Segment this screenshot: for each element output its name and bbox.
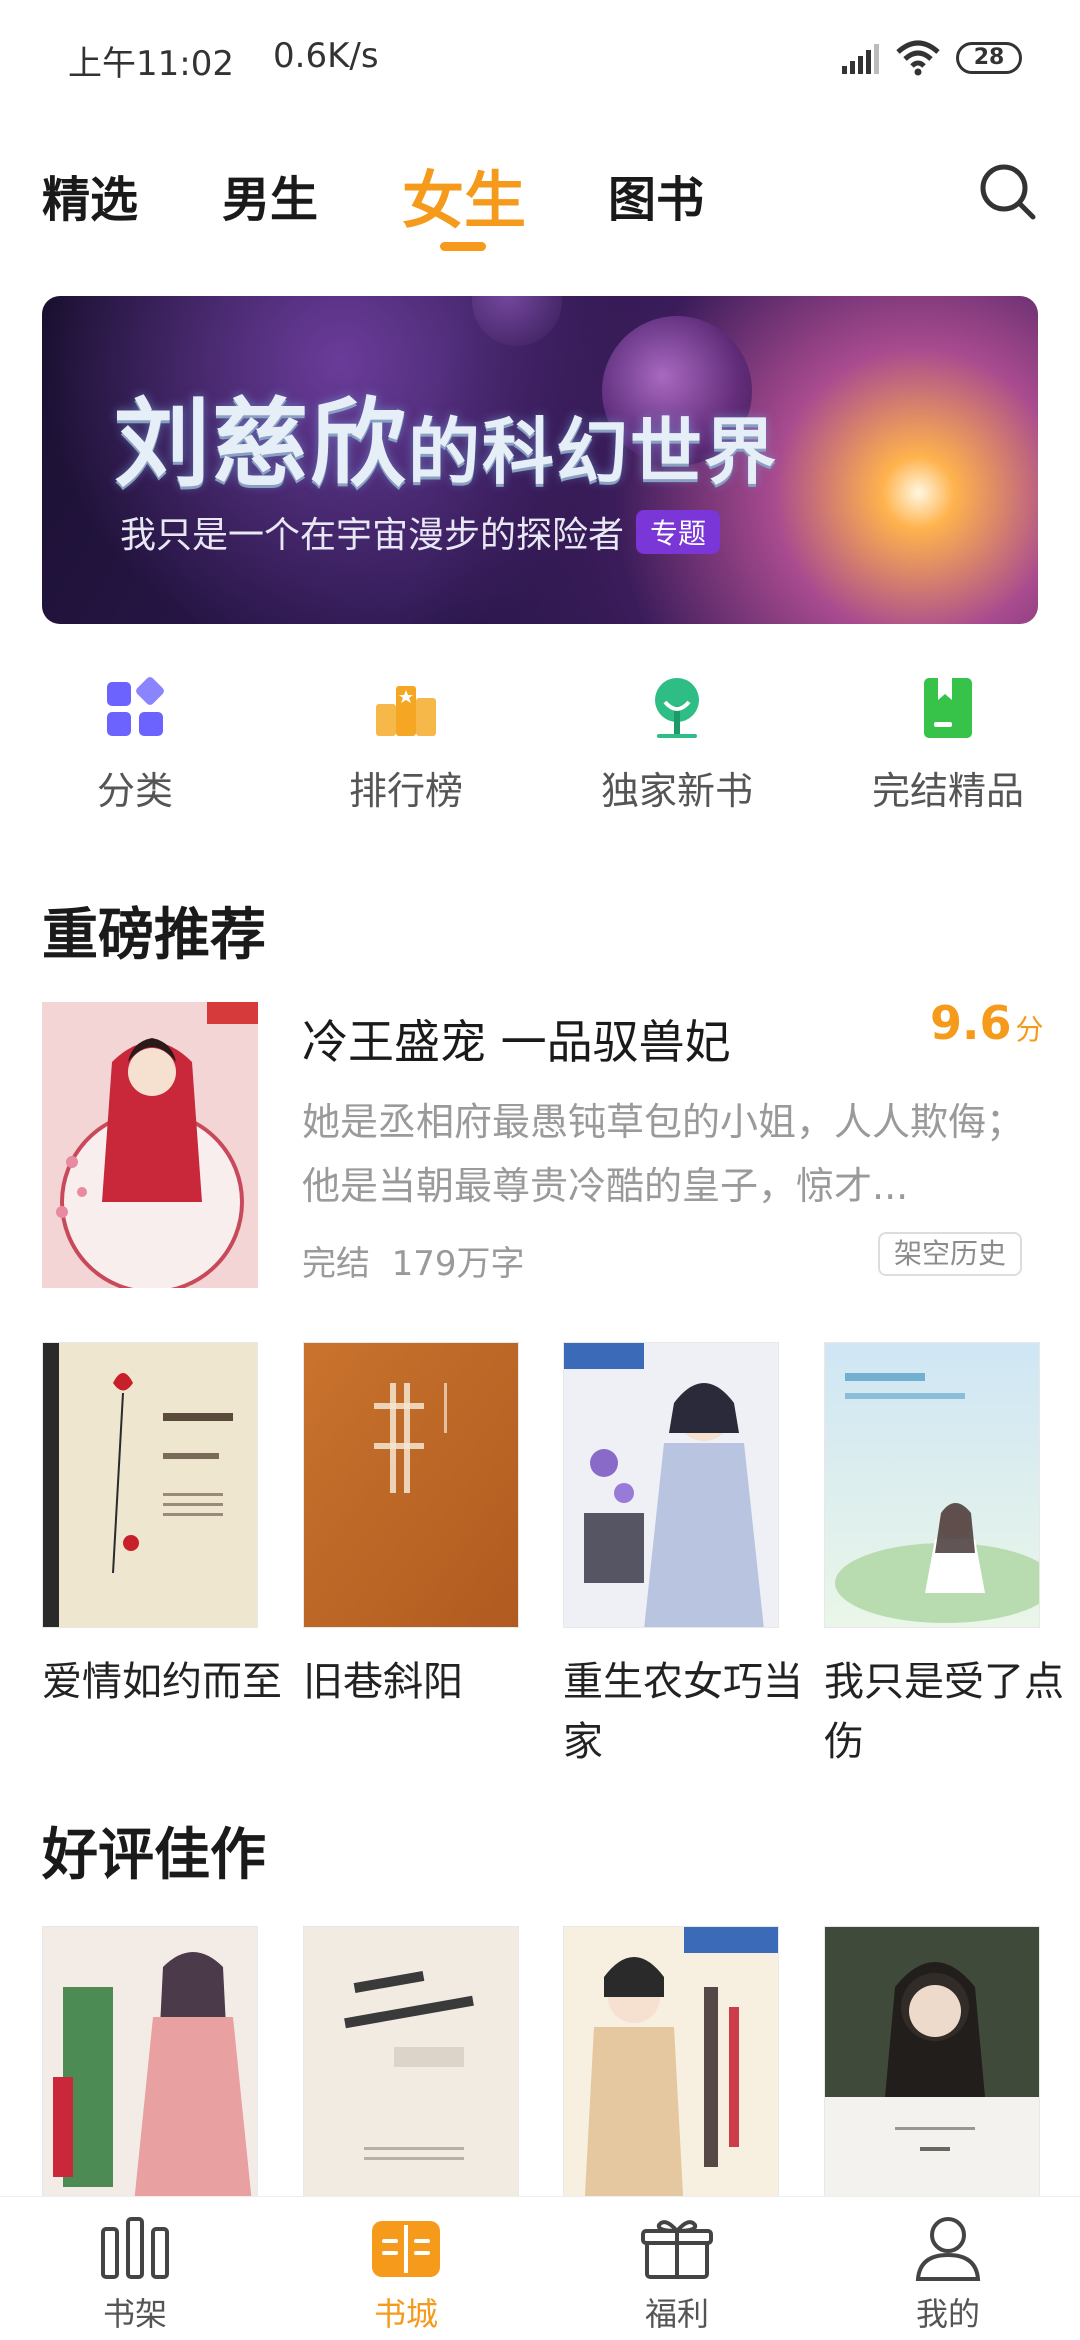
category-label: 排行榜 bbox=[348, 769, 463, 813]
featured-book-cover[interactable] bbox=[42, 1002, 258, 1288]
top-tab-bar: 精选 男生 女生 图书 bbox=[0, 150, 1080, 260]
book-cover bbox=[303, 1342, 519, 1628]
tab-female[interactable]: 女生 bbox=[402, 150, 526, 240]
category-classify[interactable]: 分类 bbox=[35, 676, 235, 816]
tab-featured[interactable]: 精选 bbox=[42, 160, 138, 230]
section-title-featured: 重磅推荐 bbox=[42, 902, 266, 968]
cover-art bbox=[564, 1343, 778, 1627]
book-cover bbox=[563, 1926, 779, 2212]
banner-title-name: 刘慈欣 bbox=[114, 388, 408, 500]
score-value: 9.6 bbox=[930, 996, 1012, 1050]
cover-art bbox=[43, 1927, 257, 2211]
book-cover bbox=[42, 1926, 258, 2212]
book-cover bbox=[42, 1342, 258, 1628]
featured-book-description: 她是丞相府最愚钝草包的小姐，人人欺侮；他是当朝最尊贵冷酷的皇子，惊才... bbox=[302, 1100, 1025, 1208]
book-genre-tag[interactable]: 架空历史 bbox=[878, 1232, 1023, 1276]
category-label: 独家新书 bbox=[600, 769, 753, 813]
bookstore-icon bbox=[372, 2221, 440, 2277]
nav-label: 书架 bbox=[102, 2295, 167, 2333]
book-word-count: 179万字 bbox=[391, 1244, 525, 1284]
banner-subtitle: 我只是一个在宇宙漫步的探险者 专题 bbox=[120, 506, 721, 558]
banner-subtitle-text: 我只是一个在宇宙漫步的探险者 bbox=[120, 515, 625, 556]
signal-icon bbox=[842, 44, 879, 74]
banner-tag: 专题 bbox=[636, 510, 721, 554]
cover-art bbox=[304, 1927, 518, 2211]
nav-label: 我的 bbox=[915, 2295, 980, 2333]
cover-art bbox=[304, 1343, 518, 1627]
book-cover bbox=[563, 1342, 779, 1628]
book-title: 旧巷斜阳 bbox=[303, 1659, 463, 1705]
nav-profile[interactable]: 我的 bbox=[848, 2197, 1048, 2340]
cover-art bbox=[825, 1343, 1039, 1627]
network-speed: 0.6K/s bbox=[273, 36, 379, 76]
book-status: 完结 bbox=[302, 1244, 370, 1284]
battery-icon: 28 bbox=[956, 42, 1022, 74]
category-ranking[interactable]: 排行榜 bbox=[306, 676, 506, 816]
wifi-icon bbox=[896, 40, 940, 76]
tab-books[interactable]: 图书 bbox=[608, 160, 704, 230]
gift-icon bbox=[641, 2220, 713, 2279]
grid-icon bbox=[107, 677, 164, 736]
tree-icon bbox=[655, 678, 699, 738]
nav-welfare[interactable]: 福利 bbox=[577, 2197, 777, 2340]
bookmark-book-icon bbox=[924, 678, 972, 738]
planet-decoration bbox=[472, 296, 562, 346]
category-label: 分类 bbox=[96, 769, 173, 813]
banner-title-rest: 的科幻世界 bbox=[408, 410, 779, 494]
book-cover bbox=[303, 1926, 519, 2212]
search-icon[interactable] bbox=[978, 162, 1038, 222]
nav-label: 福利 bbox=[644, 2295, 709, 2333]
tab-male[interactable]: 男生 bbox=[222, 160, 318, 230]
bookshelf-icon bbox=[101, 2217, 169, 2279]
book-title: 爱情如约而至 bbox=[42, 1659, 282, 1705]
nav-bookshelf[interactable]: 书架 bbox=[35, 2197, 235, 2340]
section-title-good-reviews: 好评佳作 bbox=[42, 1822, 266, 1888]
active-tab-indicator bbox=[440, 242, 486, 251]
score-unit: 分 bbox=[1015, 1013, 1044, 1046]
category-exclusive-new[interactable]: 独家新书 bbox=[577, 676, 777, 816]
book-cover bbox=[824, 1926, 1040, 2212]
status-bar: 上午11:02 0.6K/s 28 bbox=[0, 0, 1080, 120]
featured-book-title[interactable]: 冷王盛宠 一品驭兽妃 bbox=[302, 1006, 731, 1072]
user-icon bbox=[915, 2217, 981, 2281]
category-label: 完结精品 bbox=[871, 769, 1024, 813]
banner-title: 刘慈欣的科幻世界 bbox=[114, 366, 778, 505]
featured-book-meta: 完结 179万字 bbox=[302, 1236, 525, 1285]
book-title: 重生农女巧当家 bbox=[563, 1659, 803, 1765]
cover-art bbox=[42, 1002, 258, 1288]
book-title: 我只是受了点伤 bbox=[824, 1659, 1064, 1765]
category-completed[interactable]: 完结精品 bbox=[848, 676, 1048, 816]
nav-label: 书城 bbox=[373, 2295, 438, 2333]
podium-icon bbox=[376, 686, 436, 736]
cover-art bbox=[564, 1927, 778, 2211]
promo-banner[interactable]: 刘慈欣的科幻世界 我只是一个在宇宙漫步的探险者 专题 bbox=[42, 296, 1038, 624]
bottom-nav: 书架 书城 福利 我的 bbox=[0, 2196, 1080, 2340]
status-time: 上午11:02 bbox=[68, 44, 234, 84]
nav-bookstore[interactable]: 书城 bbox=[306, 2197, 506, 2340]
cover-art bbox=[43, 1343, 257, 1627]
book-cover bbox=[824, 1342, 1040, 1628]
featured-book-score: 9.6 分 bbox=[930, 996, 1044, 1050]
cover-art bbox=[825, 1927, 1039, 2211]
